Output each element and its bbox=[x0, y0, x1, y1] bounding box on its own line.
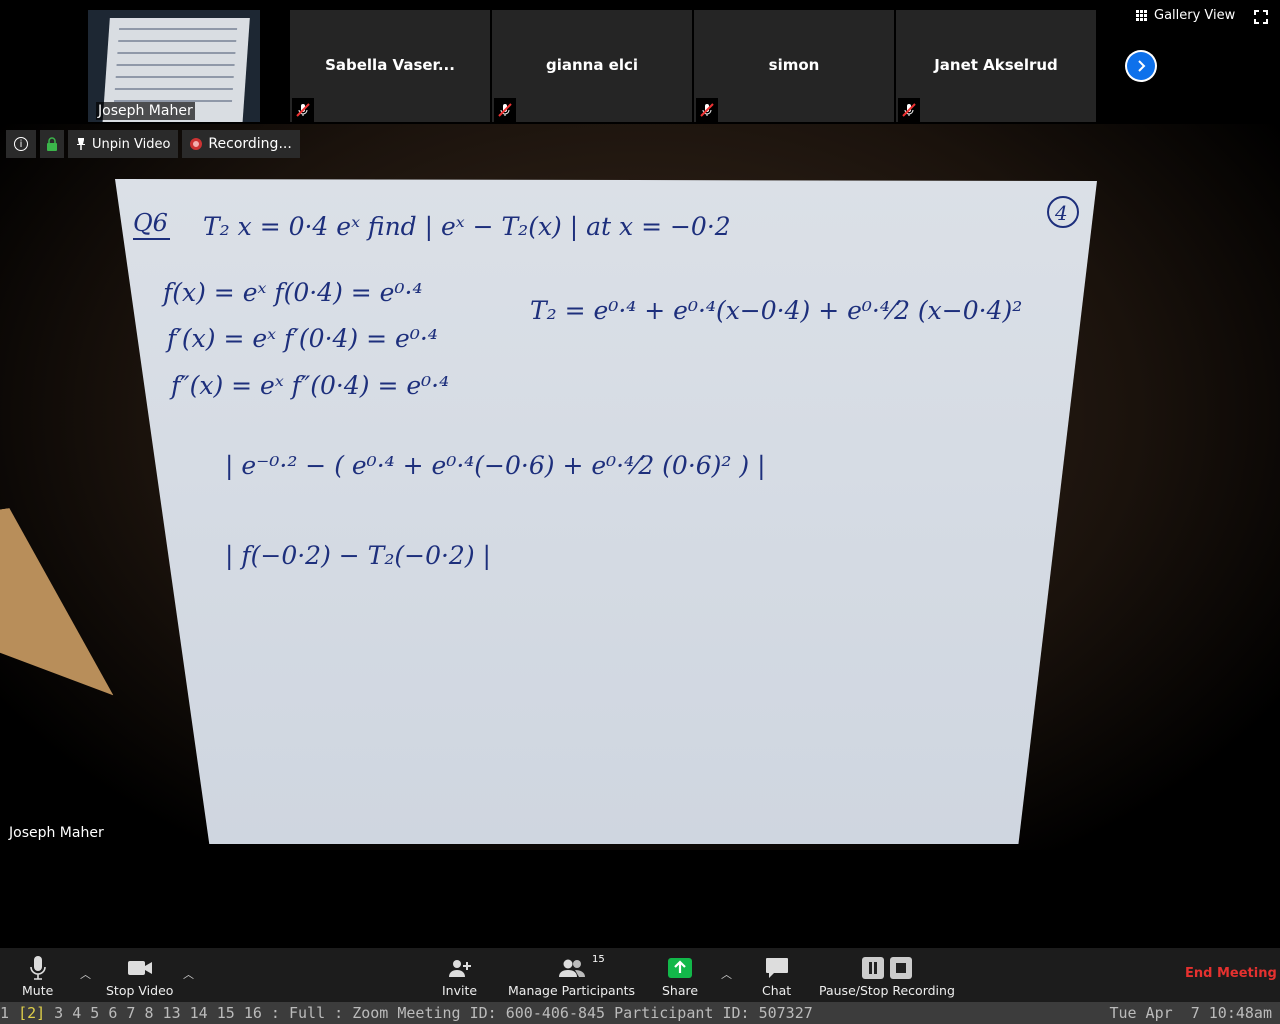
chat-button[interactable]: Chat bbox=[762, 953, 791, 998]
mic-muted-icon bbox=[898, 98, 920, 122]
participant-name: Sabella Vaser... bbox=[325, 56, 455, 74]
unpin-video-label: Unpin Video bbox=[92, 136, 171, 152]
lock-icon bbox=[47, 137, 57, 151]
pause-stop-recording-label: Pause/Stop Recording bbox=[819, 983, 955, 998]
chat-bubble-icon bbox=[765, 953, 789, 983]
invite-label: Invite bbox=[442, 983, 478, 998]
next-page-button[interactable] bbox=[1125, 50, 1157, 82]
mic-muted-icon bbox=[696, 98, 718, 122]
pin-icon bbox=[77, 138, 85, 150]
share-button[interactable]: Share bbox=[662, 953, 698, 998]
info-icon: i bbox=[14, 137, 28, 151]
manage-participants-button[interactable]: Manage Participants bbox=[508, 953, 635, 998]
recording-dot-icon bbox=[190, 138, 203, 150]
meeting-info-button[interactable]: i bbox=[6, 130, 36, 158]
fullscreen-icon[interactable] bbox=[1254, 9, 1268, 24]
whiteboard-line: f′(x) = eˣ f′(0·4) = e⁰·⁴ bbox=[165, 324, 438, 353]
pause-stop-recording-button[interactable]: Pause/Stop Recording bbox=[819, 953, 955, 998]
whiteboard-line: T₂ x = 0·4 eˣ find | eˣ − T₂(x) | at x =… bbox=[203, 212, 731, 242]
gallery-view-label: Gallery View bbox=[1154, 8, 1236, 23]
participant-name: gianna elci bbox=[545, 56, 639, 74]
chevron-right-icon bbox=[1127, 52, 1155, 80]
audio-options-caret-icon[interactable]: ︿ bbox=[80, 966, 91, 982]
grid-icon bbox=[1136, 9, 1148, 22]
end-meeting-button[interactable]: End Meeting bbox=[1185, 966, 1277, 981]
whiteboard-line: | f(−0·2) − T₂(−0·2) | bbox=[225, 541, 491, 571]
meeting-controls: Mute ︿ Stop Video ︿ Invite Manage Partic… bbox=[0, 948, 1280, 1002]
participant-tile[interactable]: Sabella Vaser... bbox=[290, 10, 490, 122]
stop-video-label: Stop Video bbox=[106, 983, 174, 998]
video-camera-icon bbox=[127, 953, 153, 983]
whiteboard: Q6 4 T₂ x = 0·4 eˣ find | eˣ − T₂(x) | a… bbox=[115, 179, 1097, 844]
main-video: Q6 4 T₂ x = 0·4 eˣ find | eˣ − T₂(x) | a… bbox=[0, 124, 1280, 850]
workspace-list: 1 bbox=[0, 1004, 19, 1022]
whiteboard-line: f(x) = eˣ f(0·4) = e⁰·⁴ bbox=[161, 278, 422, 307]
whiteboard-question-label: Q6 bbox=[133, 209, 168, 237]
invite-button[interactable]: Invite bbox=[442, 953, 477, 998]
whiteboard-line: T₂ = e⁰·⁴ + e⁰·⁴(x−0·4) + e⁰·⁴⁄2 (x−0·4)… bbox=[530, 296, 1022, 325]
mute-label: Mute bbox=[22, 983, 54, 998]
participant-tile[interactable]: Janet Akselrud bbox=[896, 10, 1096, 122]
participants-icon bbox=[558, 953, 586, 983]
mute-button[interactable]: Mute bbox=[22, 953, 53, 998]
active-speaker-name: Joseph Maher bbox=[9, 825, 104, 841]
recording-label: Recording... bbox=[208, 136, 292, 152]
participant-name: Janet Akselrud bbox=[934, 56, 1058, 74]
mic-muted-icon bbox=[292, 98, 314, 122]
participant-tile[interactable]: simon bbox=[694, 10, 894, 122]
system-status-bar: 1 [2] 3 4 5 6 7 8 13 14 15 16 : Full : Z… bbox=[0, 1002, 1280, 1024]
current-workspace: [2] bbox=[18, 1004, 46, 1022]
add-person-icon bbox=[448, 953, 472, 983]
manage-participants-label: Manage Participants bbox=[508, 983, 636, 998]
share-options-caret-icon[interactable]: ︿ bbox=[721, 966, 732, 982]
mic-muted-icon bbox=[494, 98, 516, 122]
gallery-view-button[interactable]: Gallery View bbox=[1136, 8, 1235, 23]
participant-name: simon bbox=[768, 56, 820, 74]
whiteboard-line: f″(x) = eˣ f″(0·4) = e⁰·⁴ bbox=[169, 371, 449, 400]
whiteboard-question-number: 4 bbox=[1054, 201, 1068, 225]
system-clock: Tue Apr 7 10:48am bbox=[1109, 1004, 1272, 1022]
participant-tile[interactable]: gianna elci bbox=[492, 10, 692, 122]
self-name-label: Joseph Maher bbox=[96, 102, 195, 120]
chat-label: Chat bbox=[762, 983, 792, 998]
participant-count-badge: 15 bbox=[592, 954, 605, 965]
stop-video-button[interactable]: Stop Video bbox=[106, 953, 173, 998]
status-text: 3 4 5 6 7 8 13 14 15 16 : Full : Zoom Me… bbox=[45, 1004, 813, 1022]
recording-indicator[interactable]: Recording... bbox=[182, 130, 300, 158]
gallery-strip: Joseph Maher Sabella Vaser... gianna elc… bbox=[0, 0, 1280, 124]
self-video-thumbnail[interactable]: Joseph Maher bbox=[88, 10, 260, 122]
video-toolbar: i Unpin Video Recording... bbox=[6, 130, 300, 158]
unpin-video-button[interactable]: Unpin Video bbox=[68, 130, 179, 158]
encryption-button[interactable] bbox=[40, 130, 64, 158]
whiteboard-line: | e⁻⁰·² − ( e⁰·⁴ + e⁰·⁴(−0·6) + e⁰·⁴⁄2 (… bbox=[225, 451, 766, 481]
pause-stop-icon bbox=[861, 953, 912, 983]
share-screen-icon bbox=[668, 953, 693, 983]
share-label: Share bbox=[662, 983, 699, 998]
video-options-caret-icon[interactable]: ︿ bbox=[183, 966, 194, 982]
microphone-icon bbox=[29, 953, 46, 983]
